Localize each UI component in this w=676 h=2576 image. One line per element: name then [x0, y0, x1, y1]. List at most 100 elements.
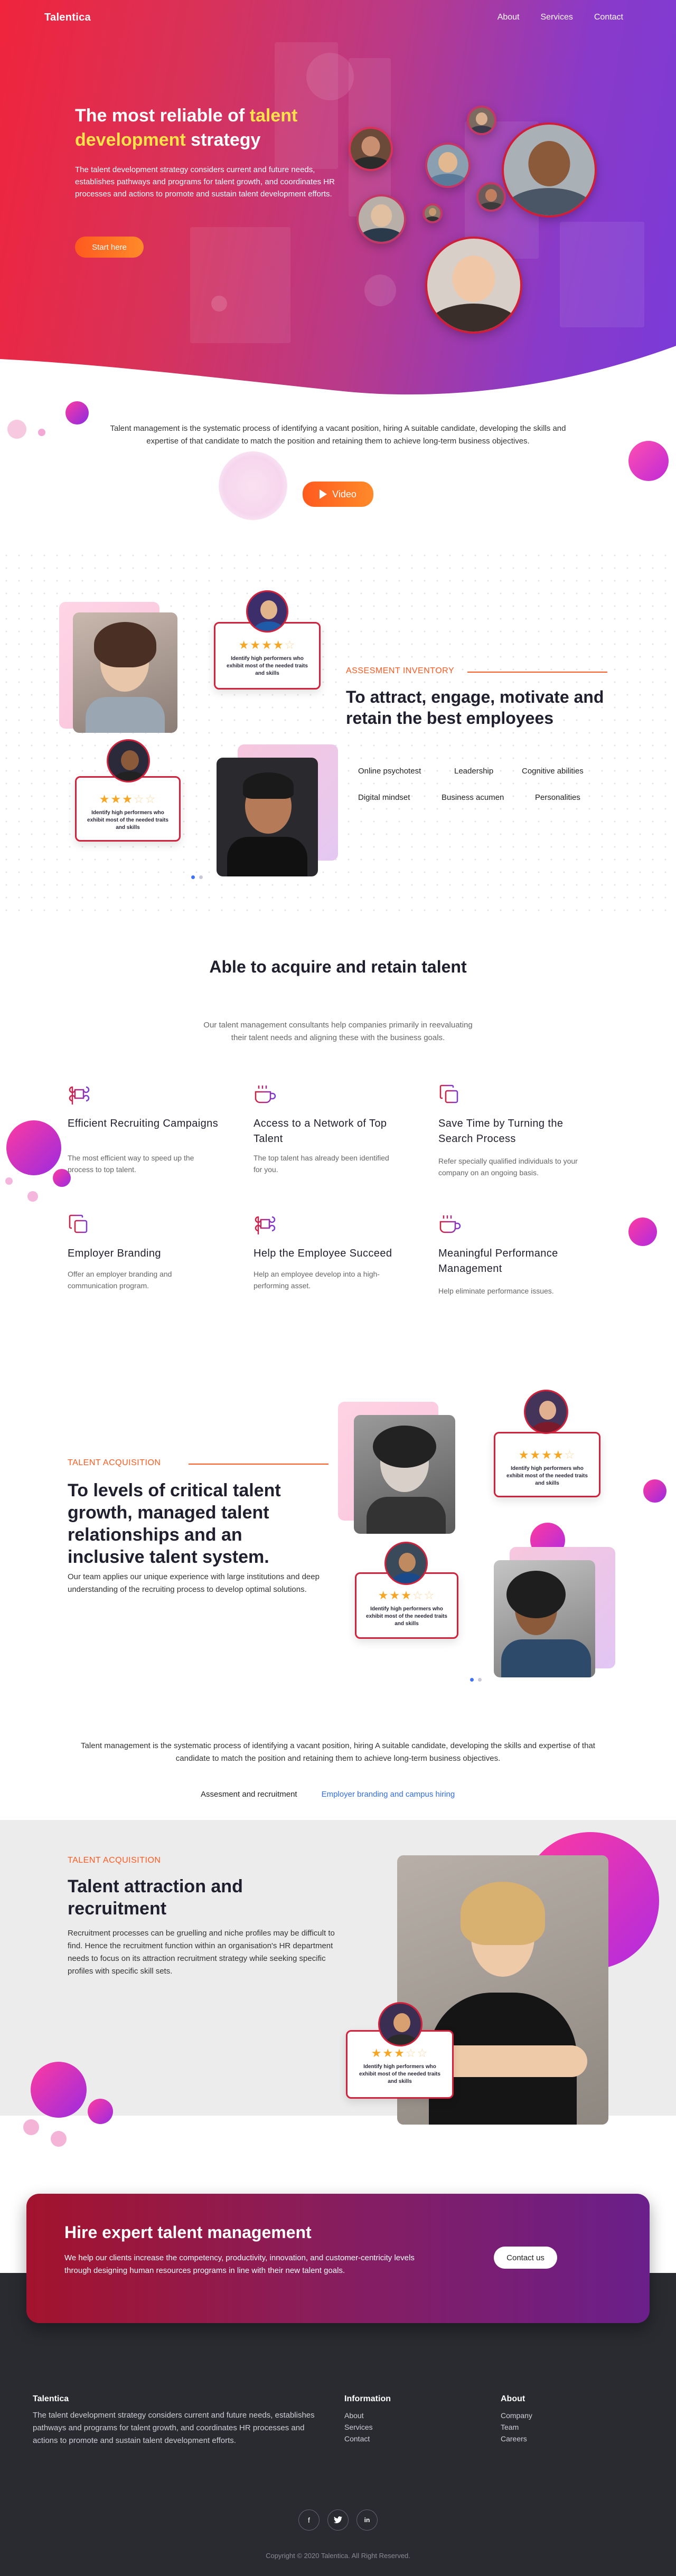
tab-employer-branding[interactable]: Employer branding and campus hiring — [322, 1790, 455, 1799]
star-rating: ★★★★☆ — [518, 1448, 576, 1461]
cta-text: We help our clients increase the compete… — [64, 2253, 415, 2275]
inventory-kicker: ASSESMENT INVENTORY — [346, 666, 455, 675]
footer-link-company[interactable]: Company — [501, 2411, 532, 2420]
nav-link-contact[interactable]: Contact — [594, 13, 623, 22]
decor-blob — [643, 1479, 666, 1503]
copy-icon — [439, 1084, 458, 1103]
decor-blob — [51, 2131, 67, 2147]
decor-blob — [7, 420, 26, 439]
carousel-dots[interactable] — [191, 875, 203, 879]
hero-title: The most reliable of talent development s… — [75, 103, 350, 152]
review-card-text: Identify high performers who exhibit mos… — [87, 810, 168, 831]
profile-photo — [494, 1560, 595, 1677]
acquisition-kicker: TALENT ACQUISITION — [68, 1458, 161, 1467]
acquisition-text: Our team applies our unique experience w… — [68, 1572, 320, 1594]
decor-blob — [31, 2062, 87, 2118]
feature-title: Save Time by Turning the Search Process — [438, 1118, 564, 1145]
acquisition-title: To levels of critical talent growth, man… — [68, 1480, 281, 1567]
feature-item: Employer Branding Offer an employer bran… — [68, 1213, 226, 1298]
copy-icon — [69, 1214, 88, 1233]
feature-desc: The top talent has already been identifi… — [253, 1154, 389, 1174]
footer-about-heading: About — [501, 2394, 525, 2403]
nav-link-about[interactable]: About — [497, 13, 520, 22]
nav-link-services[interactable]: Services — [541, 13, 573, 22]
carousel-dots[interactable] — [470, 1678, 482, 1682]
footer-link-careers[interactable]: Careers — [501, 2435, 527, 2443]
decor-blob — [628, 1218, 657, 1246]
star-rating: ★★★☆☆ — [99, 792, 157, 806]
profile-photo — [73, 612, 177, 733]
feature-title: Help the Employee Succeed — [253, 1248, 392, 1259]
hero-avatar — [476, 182, 506, 212]
review-card: ★★★★☆ Identify high performers who exhib… — [494, 1432, 600, 1497]
play-icon — [320, 489, 327, 499]
feature-desc: Help an employee develop into a high-per… — [253, 1270, 380, 1290]
hero-title-highlight: development — [75, 130, 186, 150]
footer-link-services[interactable]: Services — [344, 2423, 373, 2431]
facebook-icon[interactable]: f — [298, 2509, 320, 2531]
tag-leadership: Leadership — [454, 767, 494, 776]
star-rating: ★★★☆☆ — [378, 1589, 436, 1602]
tag-digital-mindset: Digital mindset — [358, 793, 410, 802]
feature-item: Access to a Network of Top Talent The to… — [253, 1083, 412, 1189]
kicker-line — [189, 1464, 328, 1465]
top-navbar: Talentica About Services Contact — [0, 0, 676, 37]
profile-photo — [217, 758, 318, 876]
footer-info-heading: Information — [344, 2394, 391, 2403]
hero-avatar — [356, 194, 406, 244]
footer-text: The talent development strategy consider… — [33, 2411, 315, 2445]
brand-logo[interactable]: Talentica — [44, 12, 91, 24]
video-button[interactable]: Video — [303, 482, 373, 507]
reviewer-avatar — [107, 739, 150, 782]
tag-personalities: Personalities — [535, 793, 580, 802]
tag-business-acumen: Business acumen — [442, 793, 504, 802]
hero-title-highlight: talent — [249, 106, 298, 126]
feature-title: Access to a Network of Top Talent — [253, 1118, 387, 1145]
coffee-cup-icon — [439, 1215, 461, 1233]
hero-avatar — [425, 237, 522, 334]
hero-avatar — [502, 122, 597, 218]
decor-blob — [27, 1191, 38, 1202]
feature-title: Employer Branding — [68, 1248, 161, 1259]
hero-title-part: strategy — [185, 130, 261, 150]
reviewer-avatar — [524, 1390, 568, 1434]
feature-item: Meaningful Performance Management Help e… — [438, 1213, 597, 1298]
start-here-button[interactable]: Start here — [75, 237, 144, 258]
hero-title-part: The most reliable of — [75, 106, 250, 126]
feature-item: Save Time by Turning the Search Process … — [438, 1083, 597, 1189]
review-card-text: Identify high performers who exhibit mos… — [359, 2064, 440, 2084]
kicker-line — [467, 672, 607, 673]
linkedin-icon[interactable]: in — [356, 2509, 378, 2531]
attraction-text: Recruitment processes can be gruelling a… — [68, 1929, 335, 1976]
feature-item: Efficient Recruiting Campaigns The most … — [68, 1083, 226, 1189]
video-button-label: Video — [332, 488, 356, 499]
content-tabs: Assesment and recruitment Employer brand… — [201, 1790, 455, 1799]
contact-us-button[interactable]: Contact us — [494, 2247, 557, 2269]
feature-desc: The most efficient way to speed up the p… — [68, 1154, 194, 1174]
attraction-title: Talent attraction and recruitment — [68, 1876, 243, 1919]
feature-title: Efficient Recruiting Campaigns — [68, 1118, 219, 1129]
star-rating: ★★★☆☆ — [371, 2046, 429, 2060]
reviewer-avatar — [246, 590, 288, 633]
hero-avatar — [425, 143, 471, 188]
decor-blob — [38, 429, 45, 436]
reviewer-avatar — [384, 1542, 428, 1585]
twitter-icon[interactable] — [327, 2509, 349, 2531]
hero-avatar — [422, 203, 443, 223]
footer-link-team[interactable]: Team — [501, 2423, 519, 2431]
cta-title: Hire expert talent management — [64, 2223, 312, 2242]
star-rating: ★★★★☆ — [238, 638, 296, 652]
footer-link-contact[interactable]: Contact — [344, 2435, 370, 2443]
review-card-text: Identify high performers who exhibit mos… — [366, 1606, 447, 1627]
decor-blob — [6, 1120, 61, 1175]
footer-link-about[interactable]: About — [344, 2411, 364, 2420]
decor-blob — [88, 2099, 113, 2124]
feature-item: Help the Employee Succeed Help an employ… — [253, 1213, 412, 1298]
feature-title: Meaningful Performance Management — [438, 1248, 558, 1275]
review-card-text: Identify high performers who exhibit mos… — [506, 1466, 588, 1486]
copyright-text: Copyright © 2020 Talentica. All Right Re… — [266, 2552, 410, 2560]
feature-desc: Refer specially qualified individuals to… — [438, 1157, 578, 1177]
decor-blob — [23, 2119, 39, 2135]
decor-blob — [5, 1177, 13, 1185]
tab-assesment-recruitment[interactable]: Assesment and recruitment — [201, 1790, 297, 1799]
